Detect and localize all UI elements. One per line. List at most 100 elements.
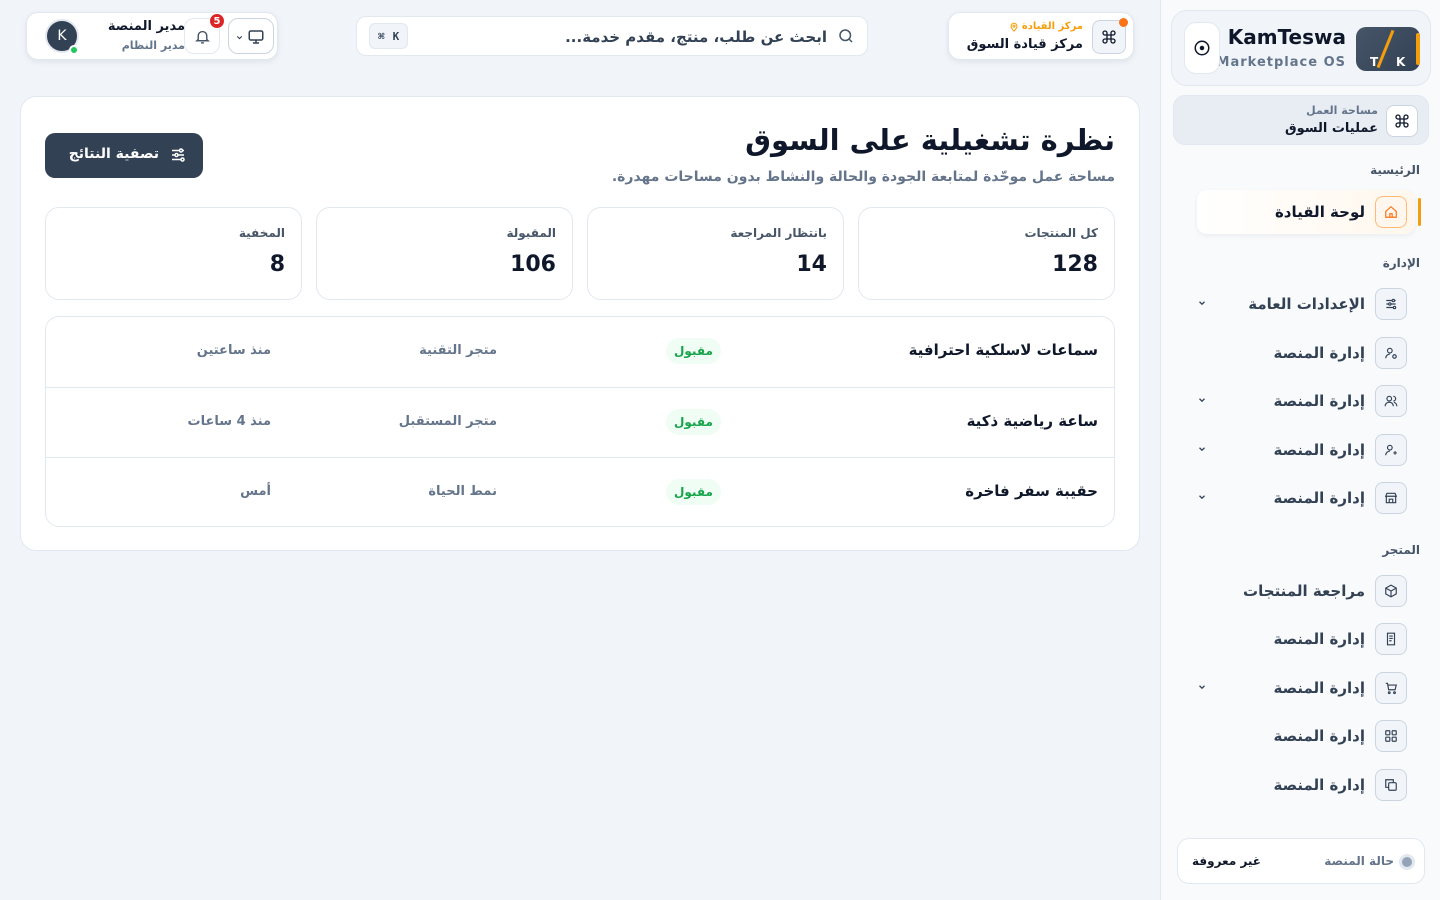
chevron-down-icon xyxy=(1199,685,1205,690)
home-icon xyxy=(1375,196,1407,228)
user-menu[interactable]: K مدير المنصة مدير النظام xyxy=(43,17,187,55)
users-icon xyxy=(1375,385,1407,417)
search-icon xyxy=(839,29,853,43)
sidebar-item-label: إدارة المنصة xyxy=(1273,776,1365,794)
package-icon xyxy=(1375,575,1407,607)
timestamp: منذ 4 ساعات xyxy=(187,414,271,429)
sidebar-item-platform-6[interactable]: إدارة المنصة xyxy=(1197,666,1407,710)
section-title-store: المتجر xyxy=(1382,543,1420,557)
brand-logo: T K xyxy=(1356,27,1420,71)
table-row[interactable]: سماعات لاسلكية احترافية مقبول متجر التقن… xyxy=(46,317,1114,387)
sidebar-item-platform-7[interactable]: إدارة المنصة xyxy=(1197,714,1407,758)
stat-card-accepted[interactable]: المقبولة 106 xyxy=(316,207,573,300)
status-badge: مقبول xyxy=(666,479,721,505)
store-name: نمط الحياة xyxy=(428,484,497,499)
stat-label: المخفية xyxy=(238,226,285,240)
user-toolbar: 5 K مدير المنصة مدير النظام xyxy=(26,12,278,60)
sidebar-item-platform-2[interactable]: إدارة المنصة xyxy=(1197,379,1407,423)
stat-value: 8 xyxy=(269,252,285,277)
chevron-down-icon xyxy=(236,35,243,40)
copy-icon xyxy=(1375,769,1407,801)
sidebar-item-dashboard[interactable]: لوحة القيادة xyxy=(1197,190,1421,234)
search-shortcut: ⌘ K xyxy=(369,23,409,49)
status-badge: مقبول xyxy=(666,409,721,435)
sidebar-item-label: إدارة المنصة xyxy=(1273,344,1365,362)
stat-label: المقبولة xyxy=(506,226,556,240)
chevron-down-icon xyxy=(1199,398,1205,403)
store-icon xyxy=(1375,482,1407,514)
receipt-icon xyxy=(1375,623,1407,655)
command-center-title: مركز قيادة السوق xyxy=(966,37,1083,52)
stat-label: كل المنتجات xyxy=(1024,226,1098,240)
cart-icon xyxy=(1375,672,1407,704)
stat-card-all-products[interactable]: كل المنتجات 128 xyxy=(858,207,1115,300)
command-icon xyxy=(1386,105,1418,137)
user-role: مدير النظام xyxy=(121,39,185,52)
target-icon xyxy=(1194,40,1210,56)
stat-value: 128 xyxy=(1052,252,1098,277)
stat-card-pending[interactable]: بانتظار المراجعة 14 xyxy=(587,207,844,300)
timestamp: أمس xyxy=(240,484,271,499)
brand-subtitle: Marketplace OS xyxy=(1216,55,1346,70)
section-title-admin: الإدارة xyxy=(1382,256,1420,270)
sidebar-item-platform-1[interactable]: إدارة المنصة xyxy=(1197,331,1407,375)
brand-card: T K KamTeswa Marketplace OS xyxy=(1171,10,1431,86)
status-badge: مقبول xyxy=(666,338,721,364)
command-key: ⌘ xyxy=(378,29,385,43)
command-center-kicker: مركز القيادة xyxy=(1009,21,1083,32)
online-indicator xyxy=(69,45,79,55)
sidebar-item-label: إدارة المنصة xyxy=(1273,679,1365,697)
command-center-button[interactable]: مركز القيادة مركز قيادة السوق xyxy=(948,12,1134,60)
notification-badge: 5 xyxy=(209,13,225,29)
sidebar-item-label: إدارة المنصة xyxy=(1273,392,1365,410)
bell-icon xyxy=(194,30,210,44)
sidebar-item-general-settings[interactable]: الإعدادات العامة xyxy=(1197,282,1407,326)
workspace-value: عمليات السوق xyxy=(1284,121,1378,136)
product-name: حقيبة سفر فاخرة xyxy=(965,482,1098,500)
sidebar-item-platform-8[interactable]: إدارة المنصة xyxy=(1197,763,1407,807)
display-mode-button[interactable] xyxy=(228,18,274,54)
chevron-down-icon xyxy=(1199,495,1205,500)
search-bar[interactable]: ⌘ K xyxy=(356,16,868,56)
sidebar-item-label: مراجعة المنتجات xyxy=(1243,582,1365,600)
sidebar-item-platform-3[interactable]: إدارة المنصة xyxy=(1197,428,1407,472)
sidebar-item-label: إدارة المنصة xyxy=(1273,630,1365,648)
page-subtitle: مساحة عمل موحّدة لمتابعة الجودة والحالة … xyxy=(611,169,1115,185)
brand-logo-letter-k: K xyxy=(1396,55,1406,69)
user-plus-icon xyxy=(1375,434,1407,466)
table-row[interactable]: ساعة رياضية ذكية مقبول متجر المستقبل منذ… xyxy=(46,387,1114,457)
collapse-sidebar-button[interactable] xyxy=(1184,22,1220,74)
sidebar-item-platform-4[interactable]: إدارة المنصة xyxy=(1197,476,1407,520)
sidebar-item-product-review[interactable]: مراجعة المنتجات xyxy=(1197,569,1407,613)
overview-card: نظرة تشغيلية على السوق مساحة عمل موحّدة … xyxy=(20,96,1140,551)
notification-dot xyxy=(1119,18,1128,27)
section-title-main: الرئيسية xyxy=(1370,163,1420,177)
sidebar-item-label: إدارة المنصة xyxy=(1273,441,1365,459)
stat-value: 106 xyxy=(510,252,556,277)
store-name: متجر التقنية xyxy=(419,343,497,358)
search-input[interactable] xyxy=(447,23,827,51)
grid-icon xyxy=(1375,720,1407,752)
workspace-label: مساحة العمل xyxy=(1306,104,1378,117)
command-icon xyxy=(1092,18,1128,54)
user-cog-icon xyxy=(1375,337,1407,369)
sliders-icon xyxy=(1375,288,1407,320)
sidebar-item-platform-5[interactable]: إدارة المنصة xyxy=(1197,617,1407,661)
filter-results-button[interactable]: تصفية النتائج xyxy=(45,133,203,178)
product-name: ساعة رياضية ذكية xyxy=(966,412,1098,430)
k-key: K xyxy=(392,29,400,43)
table-row[interactable]: حقيبة سفر فاخرة مقبول نمط الحياة أمس xyxy=(46,457,1114,526)
notifications-button[interactable]: 5 xyxy=(184,13,225,54)
platform-status-label: حالة المنصة xyxy=(1324,854,1394,868)
sidebar-item-label: إدارة المنصة xyxy=(1273,727,1365,745)
sidebar-item-label: إدارة المنصة xyxy=(1273,489,1365,507)
workspace-switcher[interactable]: مساحة العمل عمليات السوق xyxy=(1173,95,1429,145)
sidebar-item-label: لوحة القيادة xyxy=(1274,203,1365,221)
stat-value: 14 xyxy=(796,252,827,277)
brand-name: KamTeswa xyxy=(1227,25,1346,49)
sidebar-item-label: الإعدادات العامة xyxy=(1248,295,1365,313)
platform-status: حالة المنصة غير معروفة xyxy=(1177,838,1425,884)
chevron-down-icon xyxy=(1199,301,1205,306)
store-name: متجر المستقبل xyxy=(398,414,497,429)
stat-card-hidden[interactable]: المخفية 8 xyxy=(45,207,302,300)
